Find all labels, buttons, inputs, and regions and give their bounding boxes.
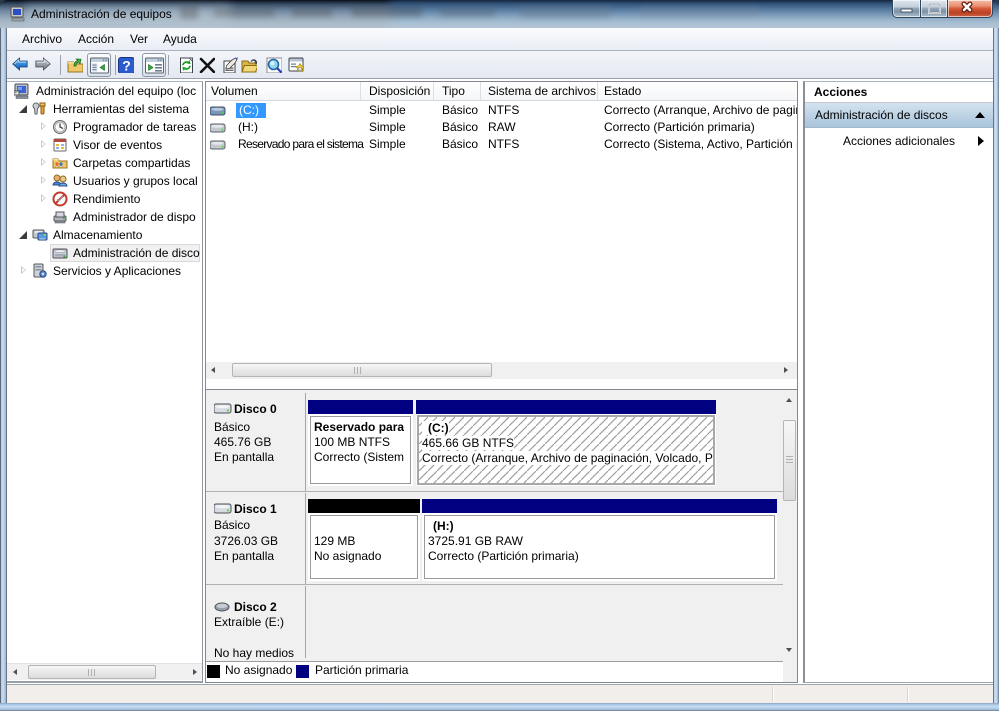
- svg-text:?: ?: [122, 58, 131, 74]
